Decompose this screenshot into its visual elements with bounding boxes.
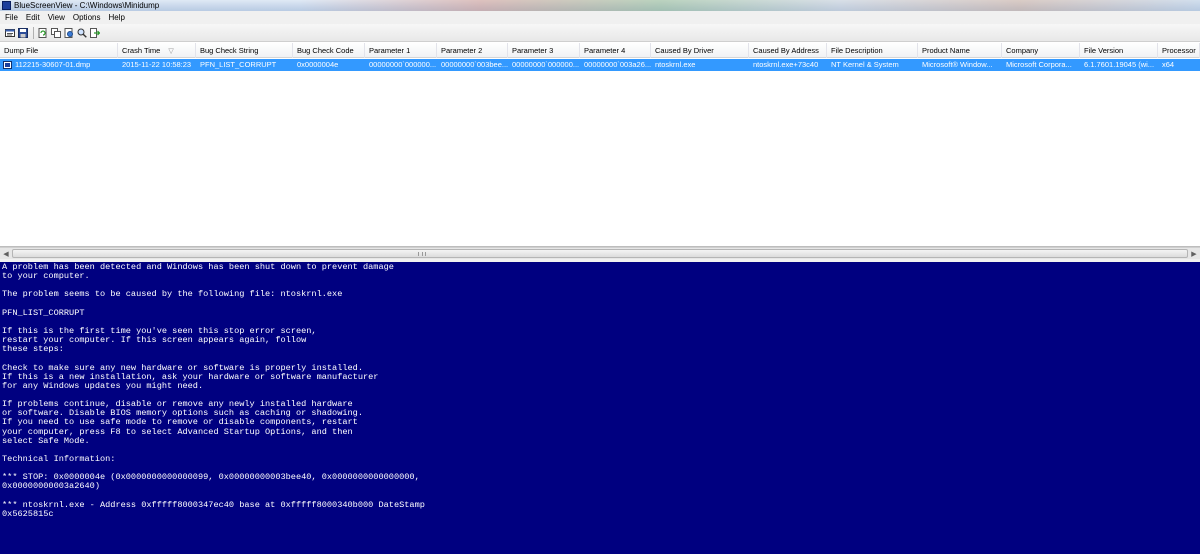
copy-icon[interactable] xyxy=(50,27,61,38)
bsod-line: PFN_LIST_CORRUPT xyxy=(2,307,85,318)
exit-icon[interactable] xyxy=(89,27,100,38)
bsod-line: these steps: xyxy=(2,344,64,355)
column-header-caused-by-driver[interactable]: Caused By Driver xyxy=(651,43,749,58)
column-header-parameter-2[interactable]: Parameter 2 xyxy=(437,43,508,58)
refresh-icon[interactable] xyxy=(37,27,48,38)
bsod-line: *** ntoskrnl.exe - Address 0xfffff800034… xyxy=(2,499,425,510)
title-bar-background xyxy=(300,0,1200,11)
cell-caused-by-address: ntoskrnl.exe+73c40 xyxy=(753,60,819,69)
cell-caused-by-driver: ntoskrnl.exe xyxy=(655,60,696,69)
scrollbar-thumb[interactable] xyxy=(12,249,1188,258)
bsod-line: select Safe Mode. xyxy=(2,435,90,446)
cell-file-description: NT Kernel & System xyxy=(831,60,899,69)
save-icon[interactable] xyxy=(17,27,28,38)
bsod-line: your computer, press F8 to select Advanc… xyxy=(2,426,353,437)
scrollbar-grip-icon xyxy=(418,252,426,256)
crash-list[interactable]: Dump File Crash Time ▽ Bug Check String B… xyxy=(0,43,1200,247)
cell-parameter-4: 00000000`003a26... xyxy=(584,60,651,69)
title-bar[interactable]: BlueScreenView - C:\Windows\Minidump xyxy=(0,0,1200,11)
bsod-line: The problem seems to be caused by the fo… xyxy=(2,289,343,300)
column-header-row: Dump File Crash Time ▽ Bug Check String B… xyxy=(0,43,1200,58)
cell-processor: x64 xyxy=(1162,60,1175,69)
column-header-processor[interactable]: Processor xyxy=(1158,43,1200,58)
column-header-crash-time[interactable]: Crash Time ▽ xyxy=(118,43,196,58)
column-header-crash-time-label: Crash Time xyxy=(122,46,161,55)
scroll-right-arrow-icon[interactable]: ▶ xyxy=(1188,248,1200,259)
bsod-line xyxy=(2,300,1200,309)
scroll-left-arrow-icon[interactable]: ◀ xyxy=(0,248,12,259)
cell-crash-time: 2015-11-22 10:58:23 xyxy=(122,60,192,69)
bsod-line: to your computer. xyxy=(2,271,90,282)
menu-bar: File Edit View Options Help xyxy=(0,11,1200,24)
bluescreen-app-icon xyxy=(2,1,11,10)
column-header-company[interactable]: Company xyxy=(1002,43,1080,58)
horizontal-scrollbar[interactable]: ◀ ▶ xyxy=(0,247,1200,259)
column-header-bug-check-code[interactable]: Bug Check Code xyxy=(293,43,365,58)
bsod-line: 0x00000000003a2640) xyxy=(2,481,100,492)
column-header-dump-file[interactable]: Dump File xyxy=(0,43,118,58)
properties-icon[interactable] xyxy=(4,27,15,38)
bsod-line: A problem has been detected and Windows … xyxy=(2,262,394,272)
column-header-parameter-3[interactable]: Parameter 3 xyxy=(508,43,580,58)
bsod-line xyxy=(2,446,1200,455)
column-header-file-version[interactable]: File Version xyxy=(1080,43,1158,58)
column-header-parameter-1[interactable]: Parameter 1 xyxy=(365,43,437,58)
column-header-parameter-4[interactable]: Parameter 4 xyxy=(580,43,651,58)
menu-options[interactable]: Options xyxy=(69,11,105,24)
bsod-line: restart your computer. If this screen ap… xyxy=(2,335,307,346)
bluescreen-preview-pane[interactable]: A problem has been detected and Windows … xyxy=(0,262,1200,554)
bsod-line: for any Windows updates you might need. xyxy=(2,380,204,391)
menu-help[interactable]: Help xyxy=(104,11,128,24)
menu-edit[interactable]: Edit xyxy=(22,11,44,24)
find-icon[interactable] xyxy=(76,27,87,38)
cell-company: Microsoft Corpora... xyxy=(1006,60,1072,69)
menu-file[interactable]: File xyxy=(0,11,22,24)
cell-dump-file: 112215-30607-01.dmp xyxy=(15,60,91,69)
table-row[interactable]: 112215-30607-01.dmp 2015-11-22 10:58:23 … xyxy=(0,59,1200,71)
cell-bug-check-code: 0x0000004e xyxy=(297,60,339,69)
toolbar xyxy=(0,24,1200,42)
cell-parameter-1: 00000000`000000... xyxy=(369,60,437,69)
column-header-product-name[interactable]: Product Name xyxy=(918,43,1002,58)
sort-descending-icon: ▽ xyxy=(168,48,174,55)
cell-product-name: Microsoft® Window... xyxy=(922,60,993,69)
toolbar-separator xyxy=(33,26,34,39)
bsod-line: Technical Information: xyxy=(2,453,116,464)
bsod-line: 0x5625815c xyxy=(2,508,54,519)
cell-parameter-3: 00000000`000000... xyxy=(512,60,580,69)
cell-file-version: 6.1.7601.19045 (wi... xyxy=(1084,60,1155,69)
window-title: BlueScreenView - C:\Windows\Minidump xyxy=(14,1,160,10)
bsod-line: *** STOP: 0x0000004e (0x0000000000000099… xyxy=(2,472,420,483)
html-report-icon[interactable] xyxy=(63,27,74,38)
cell-bug-check-string: PFN_LIST_CORRUPT xyxy=(200,60,277,69)
column-header-caused-by-address[interactable]: Caused By Address xyxy=(749,43,827,58)
cell-parameter-2: 00000000`003bee... xyxy=(441,60,508,69)
column-header-bug-check-string[interactable]: Bug Check String xyxy=(196,43,293,58)
menu-view[interactable]: View xyxy=(44,11,69,24)
column-header-file-description[interactable]: File Description xyxy=(827,43,918,58)
